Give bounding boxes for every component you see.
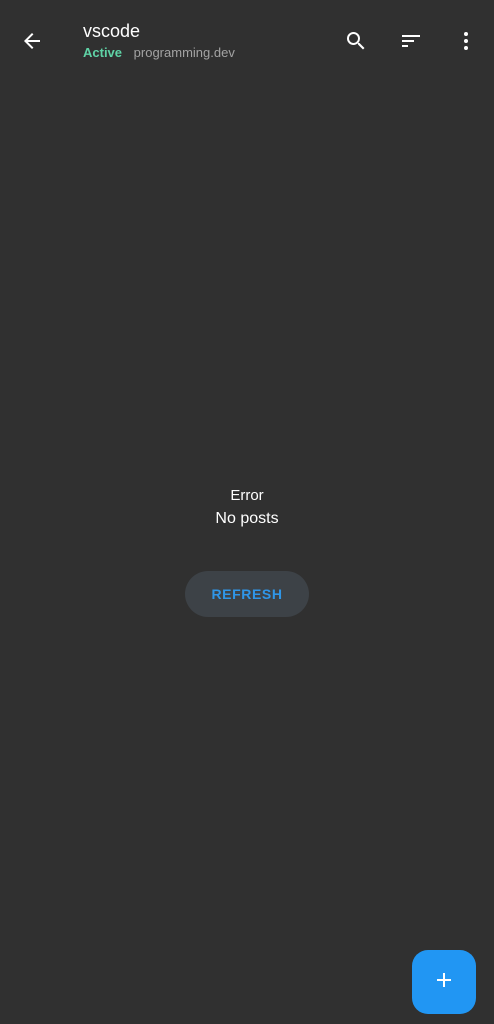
more-options-button[interactable]: [446, 21, 486, 61]
instance-name: programming.dev: [133, 45, 235, 60]
create-post-fab[interactable]: [412, 950, 476, 1014]
error-message: No posts: [215, 510, 279, 527]
search-button[interactable]: [336, 21, 376, 61]
top-app-bar: vscode Active programming.dev: [0, 0, 494, 82]
app-screen: vscode Active programming.dev Error No p…: [0, 0, 494, 1024]
arrow-back-icon: [20, 29, 44, 53]
plus-icon: [432, 968, 456, 997]
sort-icon: [399, 29, 423, 53]
community-subtitle: Active programming.dev: [83, 45, 323, 61]
sort-button[interactable]: [391, 21, 431, 61]
search-icon: [344, 29, 368, 53]
back-button[interactable]: [12, 21, 52, 61]
more-vert-icon: [454, 29, 478, 53]
empty-state: Error No posts: [0, 486, 494, 530]
refresh-button[interactable]: REFRESH: [185, 571, 309, 617]
status-badge: Active: [83, 45, 123, 60]
page-title: vscode: [83, 21, 141, 41]
community-title-block: vscode Active programming.dev: [83, 20, 323, 61]
error-title: Error: [230, 487, 264, 504]
